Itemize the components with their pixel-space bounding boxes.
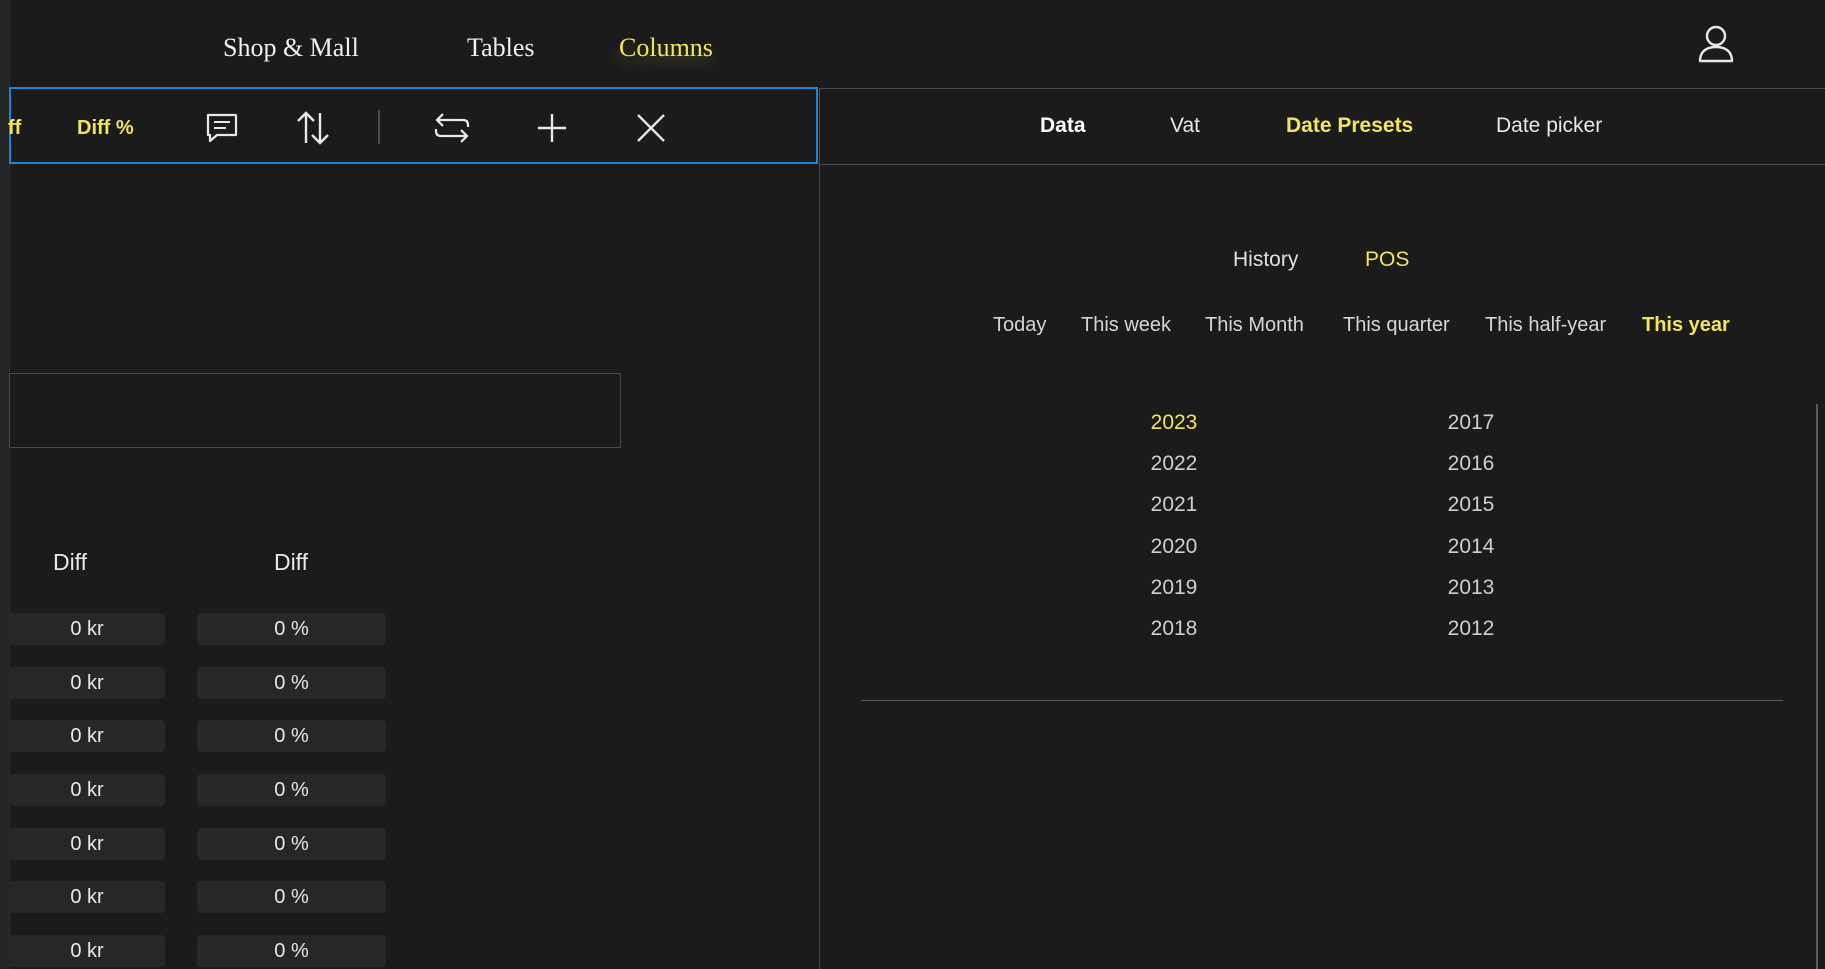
diff-cell[interactable]: 0 kr — [9, 935, 165, 967]
year-option[interactable]: 2021 — [1134, 493, 1214, 517]
section-divider — [861, 700, 1783, 701]
diff-cell[interactable]: 0 kr — [9, 613, 165, 645]
header-divider — [820, 88, 1825, 89]
year-option[interactable]: 2013 — [1431, 576, 1511, 600]
diff-pct-cell[interactable]: 0 % — [197, 667, 386, 699]
panel-splitter[interactable] — [819, 88, 820, 969]
nav-tables[interactable]: Tables — [467, 33, 535, 63]
preset-this-year[interactable]: This year — [1642, 314, 1730, 337]
swap-icon[interactable] — [432, 108, 472, 148]
nav-shop-mall[interactable]: Shop & Mall — [223, 33, 359, 63]
year-option[interactable]: 2019 — [1134, 576, 1214, 600]
scrollbar[interactable] — [1816, 404, 1818, 969]
tab-vat[interactable]: Vat — [1170, 114, 1200, 138]
year-option[interactable]: 2023 — [1134, 411, 1214, 435]
subtab-history[interactable]: History — [1233, 248, 1298, 272]
year-option[interactable]: 2014 — [1431, 535, 1511, 559]
user-icon[interactable] — [1697, 24, 1735, 64]
tab-date-picker[interactable]: Date picker — [1496, 114, 1602, 138]
preset-this-month[interactable]: This Month — [1205, 314, 1304, 337]
sort-icon[interactable] — [293, 108, 333, 148]
diff-cell[interactable]: 0 kr — [9, 881, 165, 913]
preset-today[interactable]: Today — [993, 314, 1046, 337]
column-toolbar: ff Diff % — [8, 87, 818, 164]
year-option[interactable]: 2022 — [1134, 452, 1214, 476]
column-header-diff: Diff — [52, 549, 88, 575]
column-label-diff-pct[interactable]: Diff % — [77, 117, 134, 140]
add-icon[interactable] — [532, 108, 572, 148]
year-option[interactable]: 2012 — [1431, 617, 1511, 641]
diff-pct-cell[interactable]: 0 % — [197, 935, 386, 967]
diff-pct-cell[interactable]: 0 % — [197, 828, 386, 860]
tabs-divider — [820, 164, 1825, 165]
year-option[interactable]: 2015 — [1431, 493, 1511, 517]
diff-pct-cell[interactable]: 0 % — [197, 881, 386, 913]
diff-pct-cell[interactable]: 0 % — [197, 774, 386, 806]
preset-this-half-year[interactable]: This half-year — [1485, 314, 1606, 337]
preset-this-week[interactable]: This week — [1081, 314, 1171, 337]
diff-pct-cell[interactable]: 0 % — [197, 613, 386, 645]
diff-cell[interactable]: 0 kr — [9, 667, 165, 699]
tab-data[interactable]: Data — [1040, 114, 1086, 138]
diff-cell[interactable]: 0 kr — [9, 828, 165, 860]
year-option[interactable]: 2020 — [1134, 535, 1214, 559]
year-option[interactable]: 2017 — [1431, 411, 1511, 435]
year-option[interactable]: 2018 — [1134, 617, 1214, 641]
tab-date-presets[interactable]: Date Presets — [1286, 114, 1413, 138]
close-icon[interactable] — [631, 108, 671, 148]
diff-cell[interactable]: 0 kr — [9, 720, 165, 752]
comment-icon[interactable] — [202, 108, 242, 148]
filter-input[interactable] — [9, 373, 621, 448]
diff-cell[interactable]: 0 kr — [9, 774, 165, 806]
column-header-diff-pct: Diff — [273, 549, 309, 575]
toolbar-divider — [378, 110, 380, 144]
preset-this-quarter[interactable]: This quarter — [1343, 314, 1450, 337]
diff-pct-cell[interactable]: 0 % — [197, 720, 386, 752]
subtab-pos[interactable]: POS — [1365, 248, 1409, 272]
year-option[interactable]: 2016 — [1431, 452, 1511, 476]
column-label-truncated[interactable]: ff — [8, 117, 21, 140]
nav-columns[interactable]: Columns — [619, 33, 713, 63]
